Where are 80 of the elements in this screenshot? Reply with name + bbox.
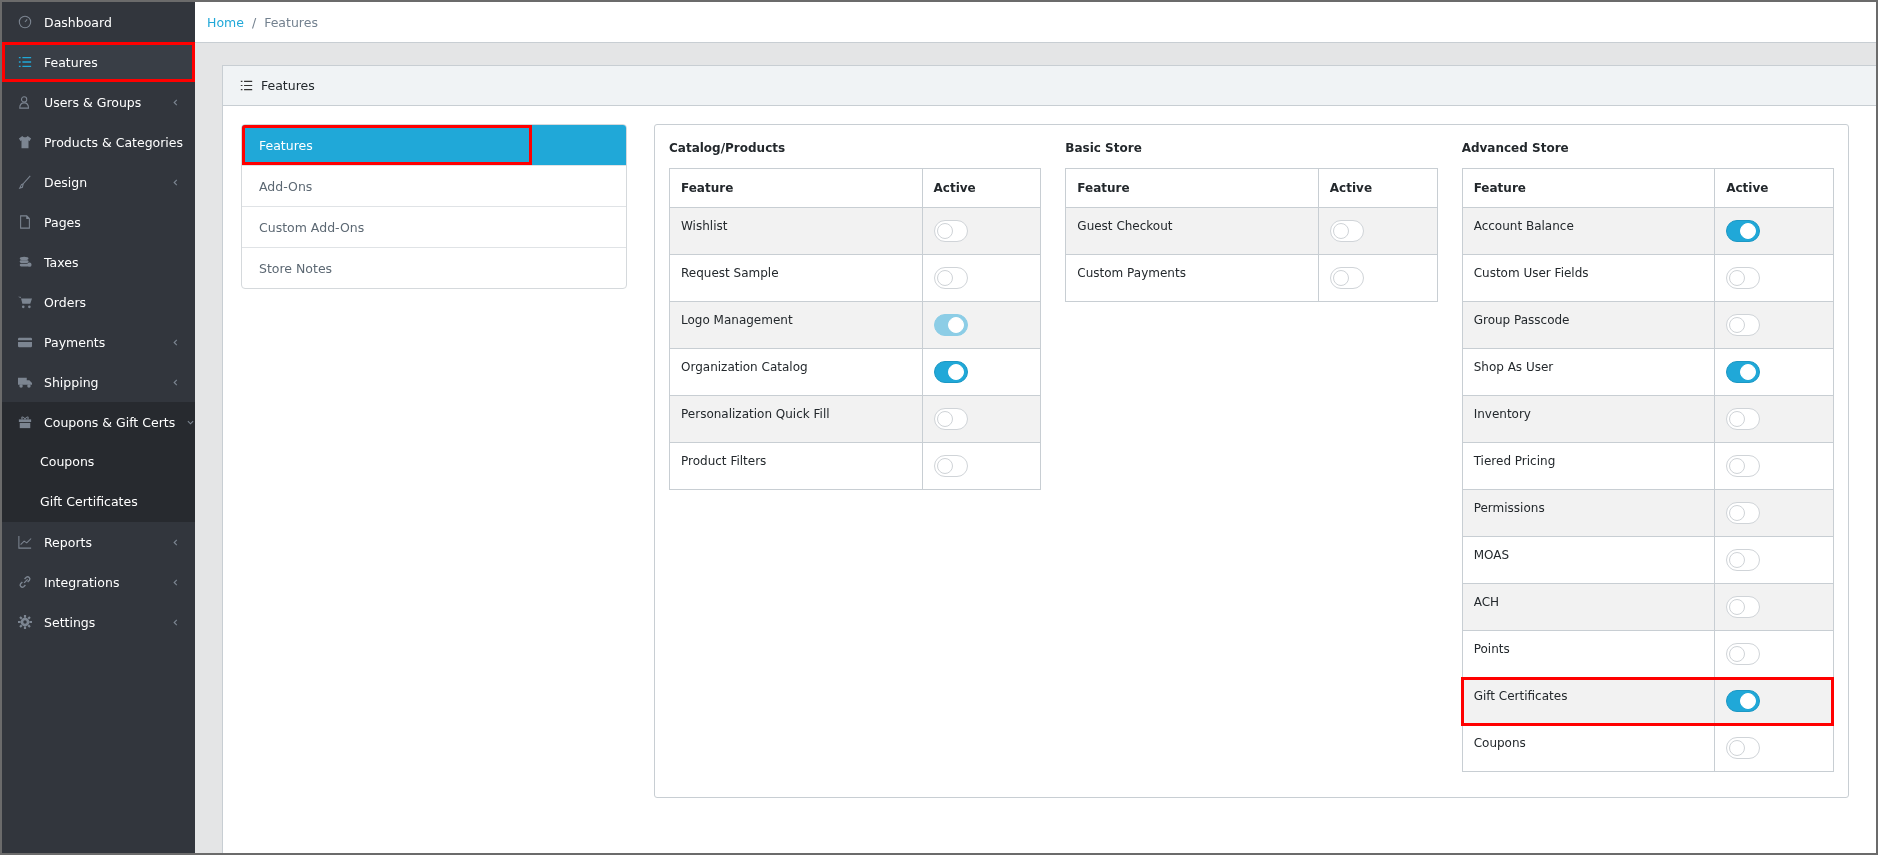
column-header: Feature (669, 168, 922, 208)
column-header: Feature (1462, 168, 1715, 208)
page-icon (18, 215, 32, 229)
chevron-icon (172, 378, 179, 386)
brush-icon (18, 175, 32, 189)
sidebar-item[interactable]: Settings (2, 602, 195, 642)
truck-icon (18, 375, 32, 389)
feature-name: Tiered Pricing (1462, 442, 1715, 490)
feature-name: Logo Management (669, 301, 922, 349)
feature-name: Account Balance (1462, 207, 1715, 255)
sidebar-item[interactable]: Design (2, 162, 195, 202)
tab[interactable]: Custom Add-Ons (242, 206, 626, 247)
gear-icon (18, 615, 32, 629)
feature-name: Custom Payments (1065, 254, 1319, 302)
breadcrumb-separator: / (251, 14, 257, 30)
toggle-switch[interactable] (1726, 690, 1761, 712)
sidebar-item[interactable]: Reports (2, 522, 195, 562)
sidebar-item[interactable]: Products & Categories (2, 122, 195, 162)
users-icon (18, 95, 32, 109)
tab-label: Features (242, 125, 532, 165)
column-header: Active (922, 168, 1041, 208)
link-icon (18, 575, 32, 589)
gauge-icon (18, 15, 32, 29)
cart-icon (18, 295, 32, 309)
chevron-icon (172, 618, 179, 626)
group-title: Advanced Store (1461, 141, 1570, 155)
feature-name: Organization Catalog (669, 348, 922, 396)
gift-icon (18, 415, 32, 429)
card-title: Features (261, 78, 315, 93)
feature-name: Product Filters (669, 442, 922, 490)
feature-name: Coupons (1462, 724, 1715, 772)
list-icon (18, 55, 32, 69)
feature-name: Personalization Quick Fill (669, 395, 922, 443)
feature-name: Shop As User (1462, 348, 1715, 396)
shirt-icon (18, 135, 32, 149)
breadcrumb-current: Features (264, 14, 318, 30)
card-icon (18, 335, 32, 349)
sidebar-item[interactable]: Taxes (2, 242, 195, 282)
column-header: Active (1714, 168, 1834, 208)
coins-icon (18, 255, 32, 269)
chevron-icon (187, 418, 195, 426)
feature-name: Request Sample (669, 254, 922, 302)
tab-label: Add-Ons (258, 177, 314, 196)
chevron-icon (172, 538, 179, 546)
chevron-icon (172, 578, 179, 586)
sidebar-item[interactable]: Pages (2, 202, 195, 242)
feature-name: Permissions (1462, 489, 1715, 537)
feature-name: ACH (1462, 583, 1715, 631)
list-icon (240, 79, 253, 92)
toggle-switch[interactable] (933, 361, 968, 383)
sidebar-item[interactable]: Orders (2, 282, 195, 322)
feature-name: MOAS (1462, 536, 1715, 584)
sidebar-subitem[interactable]: Coupons (2, 442, 195, 482)
feature-name: Guest Checkout (1065, 207, 1319, 255)
column-header: Active (1318, 168, 1438, 208)
group-title: Basic Store (1065, 141, 1143, 155)
sidebar-item[interactable]: Features (2, 42, 195, 82)
sidebar-item[interactable]: Integrations (2, 562, 195, 602)
sidebar-item[interactable]: Shipping (2, 362, 195, 402)
chart-icon (18, 535, 32, 549)
tab[interactable]: Store Notes (242, 247, 626, 288)
sidebar-subitem[interactable]: Gift Certificates (2, 482, 195, 522)
chevron-icon (172, 178, 179, 186)
column-header: Feature (1065, 168, 1319, 208)
sidebar-item[interactable]: Coupons & Gift Certs (2, 402, 195, 442)
tab[interactable]: Add-Ons (242, 165, 626, 206)
tab-label: Custom Add-Ons (258, 218, 366, 237)
feature-name: Group Passcode (1462, 301, 1715, 349)
sidebar-item[interactable]: Dashboard (2, 2, 195, 42)
chevron-icon (172, 338, 179, 346)
chevron-icon (172, 98, 179, 106)
sidebar-item[interactable]: Users & Groups (2, 82, 195, 122)
feature-name: Wishlist (669, 207, 922, 255)
toggle-switch[interactable] (1726, 361, 1761, 383)
tab-label: Store Notes (258, 259, 334, 278)
group-title: Catalog/Products (669, 141, 787, 155)
feature-name: Inventory (1462, 395, 1715, 443)
sidebar-item[interactable]: Payments (2, 322, 195, 362)
toggle-switch[interactable] (1726, 220, 1761, 242)
feature-name: Custom User Fields (1462, 254, 1715, 302)
